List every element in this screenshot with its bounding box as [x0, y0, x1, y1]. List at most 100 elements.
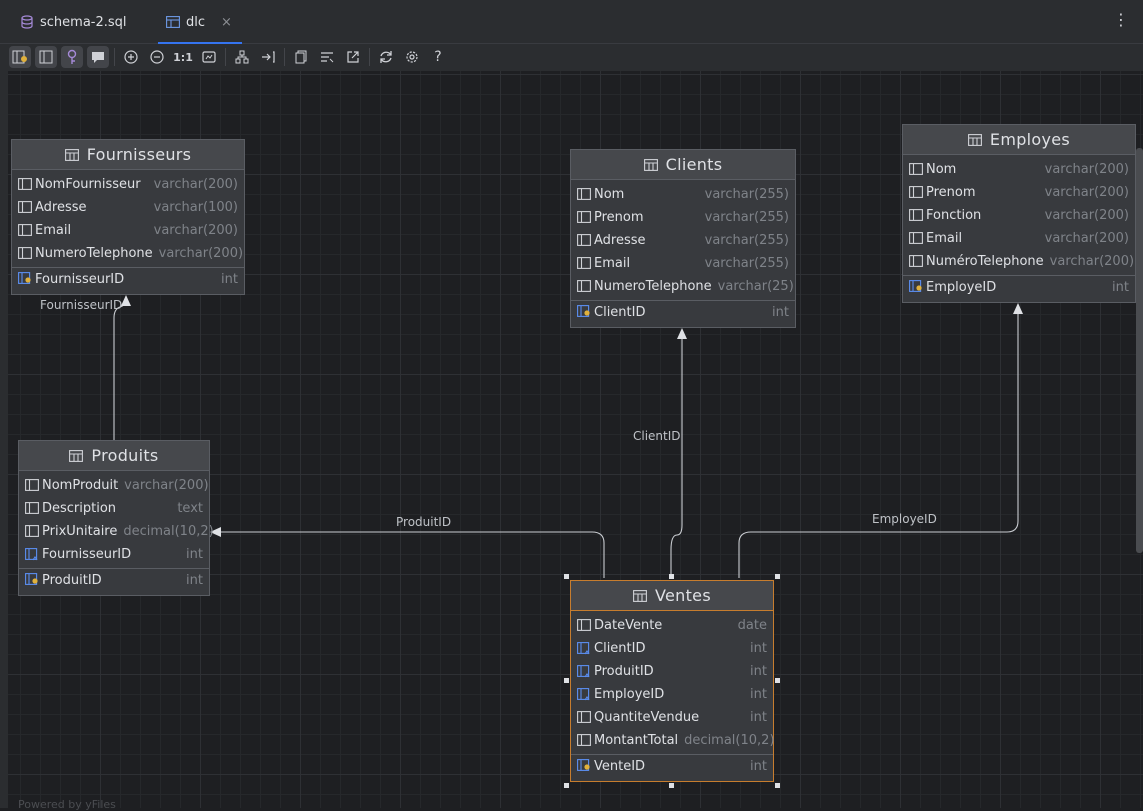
column-name: Email	[926, 231, 963, 246]
vertical-scrollbar[interactable]	[1136, 148, 1143, 553]
column-type: int	[1112, 279, 1129, 295]
resize-handle[interactable]	[775, 783, 780, 788]
column-type: varchar(200)	[1044, 185, 1129, 200]
column-name: Nom	[926, 162, 957, 177]
column-row[interactable]: ProduitID int	[571, 660, 773, 683]
resize-handle[interactable]	[775, 678, 780, 683]
show-keys-icon[interactable]	[61, 46, 83, 68]
show-comments-icon[interactable]	[87, 46, 109, 68]
column-name: Fonction	[926, 208, 982, 223]
more-options-icon[interactable]: ⋮	[1113, 12, 1129, 28]
column-row[interactable]: MontantTotal decimal(10,2)	[571, 729, 775, 752]
column-row[interactable]: Adresse varchar(100)	[12, 196, 244, 219]
resize-handle[interactable]	[564, 678, 569, 683]
show-columns-icon[interactable]	[9, 46, 31, 68]
apply-layout-icon[interactable]	[257, 46, 279, 68]
column-row[interactable]: Email varchar(255)	[571, 252, 795, 275]
table-header: Fournisseurs	[12, 140, 244, 170]
layout-icon[interactable]	[231, 46, 253, 68]
column-row[interactable]: NumeroTelephone varchar(200)	[12, 242, 244, 265]
left-gutter	[0, 71, 8, 808]
copy-to-clipboard-icon[interactable]	[290, 46, 312, 68]
column-row[interactable]: Email varchar(200)	[12, 219, 244, 242]
edge-label-produitid: ProduitID	[396, 515, 452, 529]
column-type: int	[772, 304, 789, 320]
table-header: Produits	[19, 441, 209, 471]
column-type: varchar(255)	[704, 210, 789, 225]
table-name: Clients	[665, 155, 723, 174]
table-ventes[interactable]: Ventes DateVente date ClientID int ProduitID…	[570, 580, 775, 782]
export-icon[interactable]	[342, 46, 364, 68]
column-row[interactable]: PrixUnitaire decimal(10,2)	[19, 520, 214, 543]
show-properties-icon[interactable]	[35, 46, 57, 68]
refresh-icon[interactable]	[375, 46, 397, 68]
column-row[interactable]: ClientID int	[571, 637, 773, 660]
column-type: varchar(200)	[124, 478, 209, 493]
table-produits[interactable]: Produits NomProduit varchar(200) Descripti…	[18, 440, 214, 596]
column-row[interactable]: NumeroTelephone varchar(25)	[571, 275, 795, 298]
column-row[interactable]: EmployeID int	[571, 683, 773, 706]
help-icon: ?	[434, 49, 442, 65]
tab-dlc[interactable]: dlc ×	[158, 0, 242, 44]
column-row[interactable]: FournisseurID int	[19, 543, 209, 566]
column-row[interactable]: NomProduit varchar(200)	[19, 474, 209, 497]
column-row[interactable]: DateVente date	[571, 614, 773, 637]
column-name: DateVente	[594, 618, 663, 633]
column-icon	[18, 246, 32, 261]
column-name: NumeroTelephone	[35, 246, 153, 261]
column-row[interactable]: Description text	[19, 497, 209, 520]
help-button[interactable]: ?	[427, 46, 449, 68]
close-icon[interactable]: ×	[221, 15, 232, 30]
primary-key-row[interactable]: ClientID int	[571, 301, 795, 323]
column-icon	[18, 200, 32, 215]
column-row[interactable]: Nom varchar(200)	[903, 158, 1135, 181]
actual-size-button[interactable]: 1:1	[172, 46, 194, 68]
column-row[interactable]: QuantiteVendue int	[571, 706, 773, 729]
resize-handle[interactable]	[669, 574, 674, 579]
primary-key-row[interactable]: ProduitID int	[19, 569, 209, 591]
zoom-out-icon[interactable]	[146, 46, 168, 68]
column-row[interactable]: Adresse varchar(255)	[571, 229, 795, 252]
columns-list: DateVente date ClientID int ProduitID int Empl…	[571, 611, 775, 777]
column-type: varchar(200)	[1044, 162, 1129, 177]
column-row[interactable]: NuméroTelephone varchar(200)	[903, 250, 1135, 273]
column-type: int	[750, 758, 767, 774]
foreign-key-column-icon	[577, 664, 591, 679]
resize-handle[interactable]	[564, 783, 569, 788]
column-row[interactable]: NomFournisseur varchar(200)	[12, 173, 244, 196]
column-row[interactable]: Fonction varchar(200)	[903, 204, 1135, 227]
table-clients[interactable]: Clients Nom varchar(255) Prenom varchar(255…	[570, 149, 796, 328]
column-type: varchar(100)	[153, 200, 238, 215]
primary-key-row[interactable]: FournisseurID int	[12, 268, 244, 290]
primary-key-icon	[577, 305, 591, 319]
resize-handle[interactable]	[564, 574, 569, 579]
resize-handle[interactable]	[669, 783, 674, 788]
table-header: Ventes	[571, 581, 773, 611]
settings-icon[interactable]	[401, 46, 423, 68]
table-name: Ventes	[655, 586, 711, 605]
column-type: int	[750, 710, 767, 725]
columns-list: Nom varchar(255) Prenom varchar(255) Adresse…	[571, 180, 795, 323]
foreign-key-column-icon	[25, 547, 39, 562]
table-employes[interactable]: Employes Nom varchar(200) Prenom varchar(20…	[902, 124, 1136, 303]
column-name: FournisseurID	[35, 271, 125, 287]
fit-content-icon[interactable]	[198, 46, 220, 68]
table-fournisseurs[interactable]: Fournisseurs NomFournisseur varchar(200) A…	[11, 139, 245, 295]
column-name: VenteID	[594, 758, 646, 774]
column-row[interactable]: Prenom varchar(200)	[903, 181, 1135, 204]
editor-tab-bar: schema-2.sql dlc × ⋮	[0, 0, 1143, 44]
column-row[interactable]: Nom varchar(255)	[571, 183, 795, 206]
primary-key-row[interactable]: VenteID int	[571, 755, 773, 777]
edge-labels-icon[interactable]	[316, 46, 338, 68]
column-type: varchar(200)	[158, 246, 244, 261]
diagram-toolbar: 1:1 ?	[0, 44, 1143, 71]
zoom-in-icon[interactable]	[120, 46, 142, 68]
columns-list: Nom varchar(200) Prenom varchar(200) Fonctio…	[903, 155, 1135, 298]
column-row[interactable]: Prenom varchar(255)	[571, 206, 795, 229]
column-type: int	[186, 572, 203, 588]
column-icon	[25, 478, 39, 493]
tab-schema-sql[interactable]: schema-2.sql	[20, 0, 127, 44]
column-row[interactable]: Email varchar(200)	[903, 227, 1135, 250]
resize-handle[interactable]	[775, 574, 780, 579]
primary-key-row[interactable]: EmployeID int	[903, 276, 1135, 298]
